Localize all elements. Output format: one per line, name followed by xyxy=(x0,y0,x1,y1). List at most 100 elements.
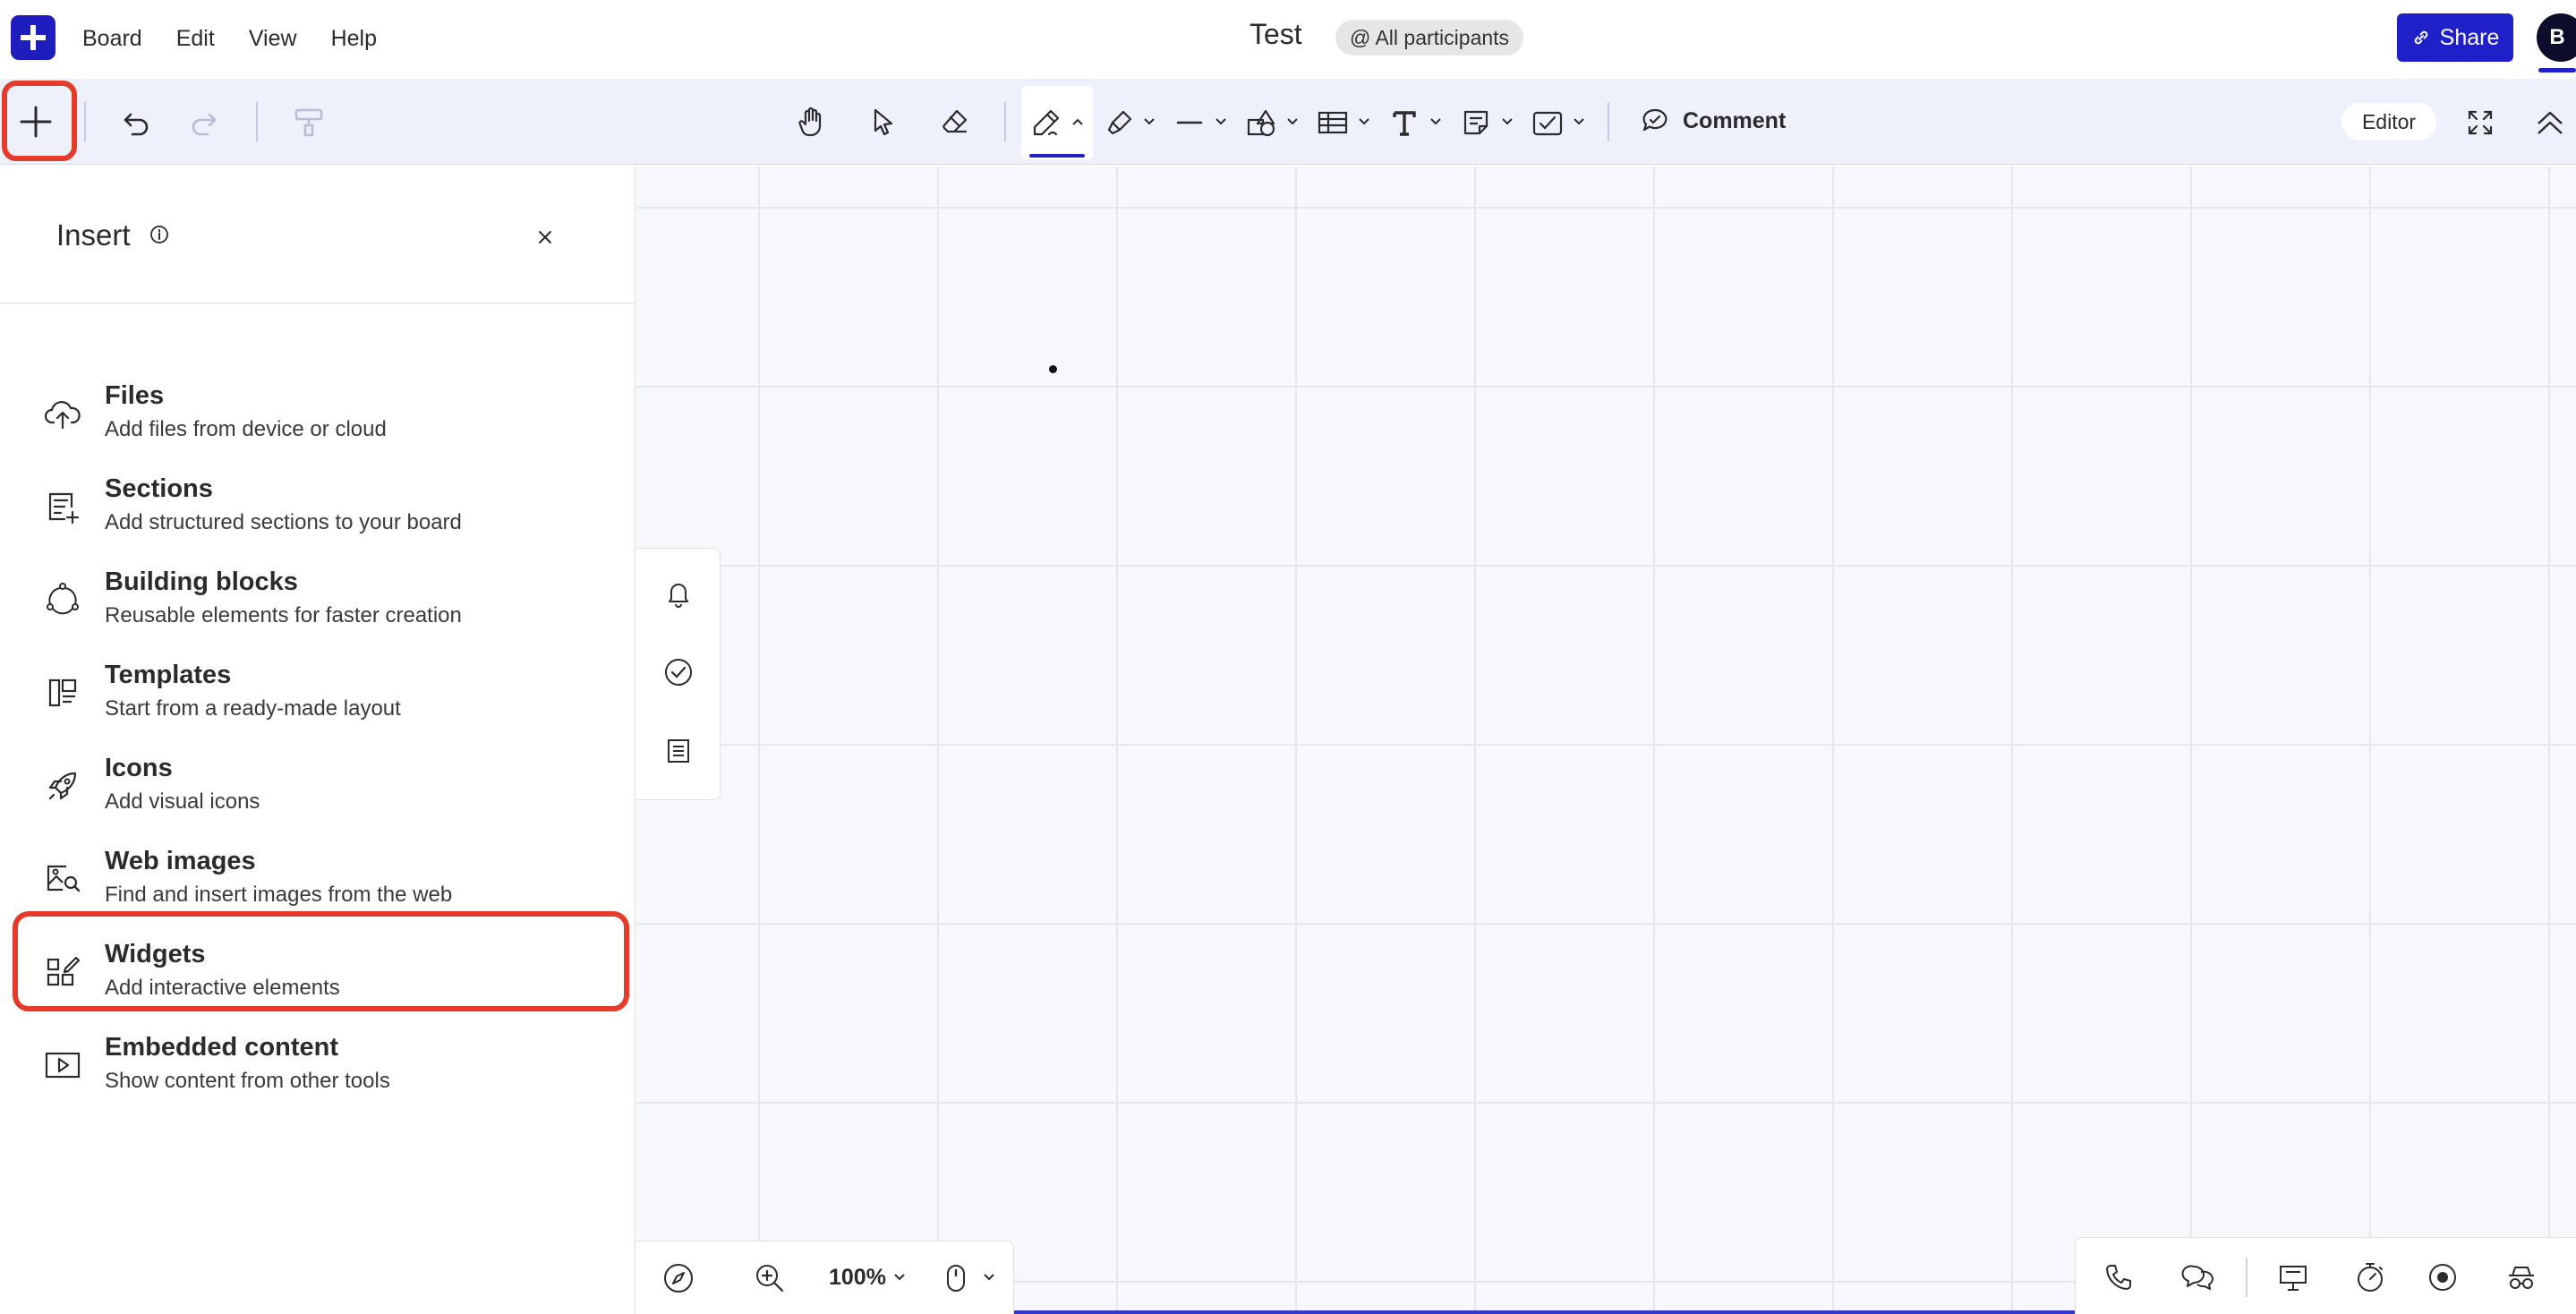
menu-help[interactable]: Help xyxy=(331,26,377,52)
comment-button[interactable]: Comment xyxy=(1640,98,1786,143)
chevron-down-icon xyxy=(1215,118,1226,125)
undo-icon xyxy=(124,113,149,136)
insert-item-embedded-content[interactable]: Embedded content Show content from other… xyxy=(0,1026,635,1119)
double-chevron-up-icon xyxy=(2538,111,2563,134)
info-icon[interactable] xyxy=(149,224,170,245)
share-label: Share xyxy=(2439,24,2500,50)
hand-tool[interactable] xyxy=(791,101,832,142)
checkbox-dropdown[interactable] xyxy=(1570,111,1588,132)
close-icon[interactable] xyxy=(533,226,557,249)
canvas-bottom-bar xyxy=(1014,1310,2075,1314)
format-painter-button[interactable] xyxy=(288,102,329,143)
insert-item-files[interactable]: Files Add files from device or cloud xyxy=(0,374,635,467)
menu-edit[interactable]: Edit xyxy=(176,26,215,52)
participants-badge[interactable]: @ All participants xyxy=(1335,20,1524,55)
zoom-in-icon[interactable] xyxy=(753,1261,787,1295)
chevron-down-icon xyxy=(1574,118,1584,125)
compass-icon[interactable] xyxy=(661,1261,695,1295)
insert-item-desc: Show content from other tools xyxy=(105,1069,390,1093)
line-dropdown[interactable] xyxy=(1212,111,1230,132)
shapes-icon xyxy=(1247,109,1275,137)
insert-item-sections[interactable]: Sections Add structured sections to your… xyxy=(0,467,635,560)
pen-options-toggle[interactable] xyxy=(1069,111,1087,132)
toolbar-separator xyxy=(2246,1258,2248,1297)
record-icon[interactable] xyxy=(2427,1261,2459,1293)
collapse-toolbar-button[interactable] xyxy=(2529,102,2571,143)
text-dropdown[interactable] xyxy=(1427,111,1445,132)
menu-view[interactable]: View xyxy=(249,26,297,52)
zoom-controls: 100% xyxy=(636,1241,1014,1314)
user-avatar[interactable]: B xyxy=(2537,13,2576,62)
text-icon xyxy=(1393,111,1416,136)
highlighter-tool[interactable] xyxy=(1099,102,1140,143)
eraser-tool[interactable] xyxy=(934,101,976,142)
pen-icon xyxy=(1033,109,1060,136)
app-logo[interactable] xyxy=(11,15,55,60)
insert-item-title: Building blocks xyxy=(105,567,298,596)
phone-icon[interactable] xyxy=(2103,1261,2135,1293)
insert-item-title: Icons xyxy=(105,754,173,782)
format-painter-icon xyxy=(294,108,323,137)
insert-item-title: Sections xyxy=(105,474,213,503)
chevron-down-icon[interactable] xyxy=(982,1272,996,1283)
timer-icon[interactable] xyxy=(2353,1259,2387,1295)
presentation-icon[interactable] xyxy=(2276,1261,2310,1295)
comment-icon xyxy=(1642,108,1668,132)
chevron-down-icon xyxy=(1430,118,1441,125)
redo-button[interactable] xyxy=(184,104,224,143)
table-tool[interactable] xyxy=(1312,102,1353,143)
insert-item-icons[interactable]: Icons Add visual icons xyxy=(0,747,635,840)
plus-logo-icon xyxy=(21,25,46,50)
insert-item-title: Web images xyxy=(105,847,256,875)
line-icon xyxy=(1176,121,1203,124)
insert-button-highlight xyxy=(2,81,77,161)
text-tool[interactable] xyxy=(1384,102,1425,143)
chat-icon[interactable] xyxy=(2181,1261,2215,1293)
editor-role-badge[interactable]: Editor xyxy=(2341,103,2436,141)
hand-icon xyxy=(798,107,822,137)
mouse-icon[interactable] xyxy=(943,1261,969,1295)
comment-label: Comment xyxy=(1683,107,1787,133)
list-icon[interactable] xyxy=(662,735,695,767)
pen-tool[interactable] xyxy=(1026,102,1067,143)
bell-icon[interactable] xyxy=(662,577,695,610)
table-icon xyxy=(1318,111,1348,134)
zoom-level[interactable]: 100% xyxy=(829,1265,886,1291)
insert-item-building-blocks[interactable]: Building blocks Reusable elements for fa… xyxy=(0,560,635,653)
line-tool[interactable] xyxy=(1169,102,1210,143)
insert-item-title: Templates xyxy=(105,661,232,689)
eraser-icon xyxy=(943,109,968,133)
board-canvas[interactable] xyxy=(636,166,2576,1314)
building-blocks-icon xyxy=(47,583,79,615)
sticky-note-tool[interactable] xyxy=(1455,102,1497,143)
incognito-icon[interactable] xyxy=(2503,1261,2539,1293)
fullscreen-button[interactable] xyxy=(2460,102,2501,143)
select-tool[interactable] xyxy=(863,101,904,142)
insert-item-desc: Find and insert images from the web xyxy=(105,883,453,907)
shapes-dropdown[interactable] xyxy=(1284,111,1301,132)
toolbar-separator xyxy=(1608,102,1609,141)
insert-panel-header: Insert xyxy=(0,166,635,303)
widgets-highlight xyxy=(13,911,629,1011)
cloud-upload-icon xyxy=(44,401,81,430)
highlighter-dropdown[interactable] xyxy=(1140,111,1158,132)
redo-icon xyxy=(192,113,217,136)
checkbox-tool[interactable] xyxy=(1527,102,1568,143)
highlighter-icon xyxy=(1107,110,1132,135)
insert-item-title: Embedded content xyxy=(105,1033,339,1062)
chevron-down-icon[interactable] xyxy=(892,1272,907,1283)
insert-item-desc: Add structured sections to your board xyxy=(105,510,462,534)
insert-item-templates[interactable]: Templates Start from a ready-made layout xyxy=(0,653,635,747)
side-rail xyxy=(636,548,721,800)
sticky-note-dropdown[interactable] xyxy=(1498,111,1516,132)
shapes-tool[interactable] xyxy=(1241,102,1282,143)
undo-button[interactable] xyxy=(116,104,156,143)
insert-panel: Insert Files Add files from device or cl… xyxy=(0,166,635,1314)
table-dropdown[interactable] xyxy=(1355,111,1373,132)
toolbar-separator xyxy=(1004,102,1006,141)
menu-board[interactable]: Board xyxy=(82,26,142,52)
chevron-down-icon xyxy=(1144,118,1155,125)
check-circle-icon[interactable] xyxy=(662,656,695,688)
share-button[interactable]: Share xyxy=(2397,13,2513,62)
board-title[interactable]: Test xyxy=(1250,18,1302,51)
